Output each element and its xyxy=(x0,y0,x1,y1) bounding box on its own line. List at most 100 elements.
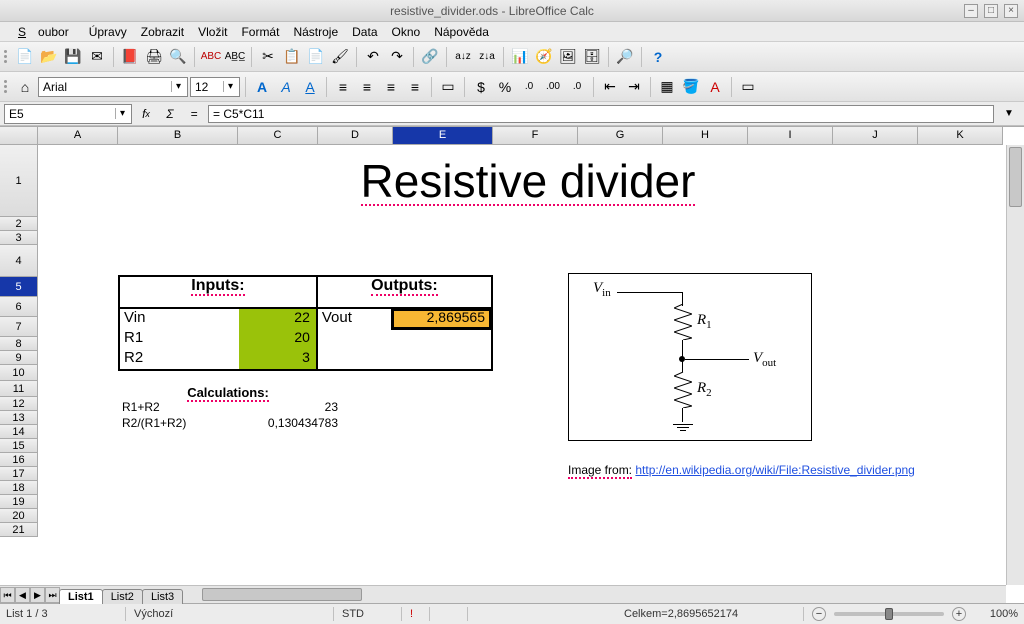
name-box[interactable]: E5 ▾ xyxy=(4,104,132,124)
row-header-18[interactable]: 18 xyxy=(0,481,38,495)
tab-first-icon[interactable]: ⏮ xyxy=(0,587,15,603)
tab-next-icon[interactable]: ▶ xyxy=(30,587,45,603)
font-size-combo[interactable]: 12 ▾ xyxy=(190,77,240,97)
align-left-icon[interactable]: ≡ xyxy=(332,76,354,98)
row-headers[interactable]: 123456789101112131415161718192021 xyxy=(0,145,38,585)
borders-icon[interactable]: ▦ xyxy=(656,76,678,98)
sort-asc-icon[interactable]: a↓z xyxy=(452,46,474,68)
percent-icon[interactable]: % xyxy=(494,76,516,98)
col-header-F[interactable]: F xyxy=(493,127,578,145)
fontcolor-icon[interactable]: A xyxy=(704,76,726,98)
new-doc-icon[interactable]: 📄 xyxy=(14,46,36,68)
paste-icon[interactable]: 📄 xyxy=(305,46,327,68)
menu-edit[interactable]: Úpravy xyxy=(83,23,133,41)
row-header-19[interactable]: 19 xyxy=(0,495,38,509)
italic-icon[interactable]: A xyxy=(275,76,297,98)
styles-icon[interactable]: ⌂ xyxy=(14,76,36,98)
menu-tools[interactable]: Nástroje xyxy=(287,23,344,41)
fx-icon[interactable]: fx xyxy=(136,105,156,123)
hyperlink-icon[interactable]: 🔗 xyxy=(419,46,441,68)
scrollbar-thumb[interactable] xyxy=(202,588,362,601)
pdf-export-icon[interactable]: 📕 xyxy=(119,46,141,68)
row-header-2[interactable]: 2 xyxy=(0,217,38,231)
row-header-1[interactable]: 1 xyxy=(0,145,38,217)
vin-value[interactable]: 22 xyxy=(239,309,318,329)
underline-icon[interactable]: A xyxy=(299,76,321,98)
redo-icon[interactable]: ↷ xyxy=(386,46,408,68)
row-header-13[interactable]: 13 xyxy=(0,411,38,425)
menu-data[interactable]: Data xyxy=(346,23,383,41)
col-header-K[interactable]: K xyxy=(918,127,1003,145)
dec-dec-icon[interactable]: .00 xyxy=(542,76,564,98)
undo-icon[interactable]: ↶ xyxy=(362,46,384,68)
col-header-A[interactable]: A xyxy=(38,127,118,145)
row-header-6[interactable]: 6 xyxy=(0,297,38,317)
copy-icon[interactable]: 📋 xyxy=(281,46,303,68)
merge-cells-icon[interactable]: ▭ xyxy=(437,76,459,98)
scrollbar-thumb[interactable] xyxy=(1009,147,1022,207)
align-right-icon[interactable]: ≡ xyxy=(380,76,402,98)
row-header-8[interactable]: 8 xyxy=(0,337,38,351)
col-header-D[interactable]: D xyxy=(318,127,393,145)
sort-desc-icon[interactable]: z↓a xyxy=(476,46,498,68)
row-header-14[interactable]: 14 xyxy=(0,425,38,439)
row-header-11[interactable]: 11 xyxy=(0,381,38,397)
gallery-icon[interactable]: 🖼 xyxy=(557,46,579,68)
menu-insert[interactable]: Vložit xyxy=(192,23,233,41)
status-sum[interactable]: Celkem=2,8695652174 xyxy=(624,607,804,621)
menu-help[interactable]: Nápověda xyxy=(428,23,495,41)
extra-icon[interactable]: ▭ xyxy=(737,76,759,98)
horizontal-scrollbar[interactable] xyxy=(200,585,1006,603)
zoom-in-button[interactable]: + xyxy=(952,607,966,621)
r1-value[interactable]: 20 xyxy=(239,329,318,349)
currency-icon[interactable]: $ xyxy=(470,76,492,98)
minimize-button[interactable]: – xyxy=(964,4,978,18)
zoom-knob[interactable] xyxy=(885,608,893,620)
menu-file[interactable]: Soubor xyxy=(6,23,81,41)
zoom-slider[interactable] xyxy=(834,612,944,616)
open-doc-icon[interactable]: 📂 xyxy=(38,46,60,68)
col-header-C[interactable]: C xyxy=(238,127,318,145)
print-preview-icon[interactable]: 🔍 xyxy=(167,46,189,68)
row-header-20[interactable]: 20 xyxy=(0,509,38,523)
inc-indent-icon[interactable]: ⇥ xyxy=(623,76,645,98)
bold-icon[interactable]: A xyxy=(251,76,273,98)
vout-value[interactable]: 2,869565 xyxy=(392,309,491,329)
col-header-G[interactable]: G xyxy=(578,127,663,145)
email-icon[interactable]: ✉ xyxy=(86,46,108,68)
status-signature-icon[interactable] xyxy=(438,607,468,621)
col-header-E[interactable]: E xyxy=(393,127,493,145)
autocheck-icon[interactable]: AB̲C̲ xyxy=(224,46,246,68)
datasources-icon[interactable]: 🗄 xyxy=(581,46,603,68)
formula-input[interactable] xyxy=(208,105,994,123)
column-headers[interactable]: ABCDEFGHIJK xyxy=(38,127,1006,145)
select-all-corner[interactable] xyxy=(0,127,38,145)
bgcolor-icon[interactable]: 🪣 xyxy=(680,76,702,98)
font-name-combo[interactable]: Arial ▾ xyxy=(38,77,188,97)
tab-prev-icon[interactable]: ◀ xyxy=(15,587,30,603)
zoom-icon[interactable]: 🔎 xyxy=(614,46,636,68)
close-button[interactable]: × xyxy=(1004,4,1018,18)
col-header-J[interactable]: J xyxy=(833,127,918,145)
menu-bar[interactable]: Soubor Úpravy Zobrazit Vložit Formát Nás… xyxy=(0,22,1024,42)
row-header-9[interactable]: 9 xyxy=(0,351,38,365)
col-header-I[interactable]: I xyxy=(748,127,833,145)
image-source-link[interactable]: http://en.wikipedia.org/wiki/File:Resist… xyxy=(635,463,914,477)
toolbar-grip[interactable] xyxy=(4,80,10,93)
help-icon[interactable]: ? xyxy=(647,46,669,68)
row-header-4[interactable]: 4 xyxy=(0,245,38,277)
menu-view[interactable]: Zobrazit xyxy=(135,23,190,41)
inc-dec-icon[interactable]: .0 xyxy=(566,76,588,98)
dec-indent-icon[interactable]: ⇤ xyxy=(599,76,621,98)
cell-grid[interactable]: Resistive divider Inputs: Outputs: Vin 2… xyxy=(38,145,1006,585)
vertical-scrollbar[interactable] xyxy=(1006,145,1024,585)
sheet-tab-1[interactable]: List1 xyxy=(59,589,103,604)
row-header-5[interactable]: 5 xyxy=(0,277,38,297)
row-header-10[interactable]: 10 xyxy=(0,365,38,381)
menu-format[interactable]: Formát xyxy=(235,23,285,41)
menu-window[interactable]: Okno xyxy=(386,23,427,41)
spellcheck-icon[interactable]: ABC xyxy=(200,46,222,68)
toolbar-grip[interactable] xyxy=(4,50,10,63)
formula-expand-icon[interactable]: ▼ xyxy=(998,103,1020,125)
col-header-B[interactable]: B xyxy=(118,127,238,145)
